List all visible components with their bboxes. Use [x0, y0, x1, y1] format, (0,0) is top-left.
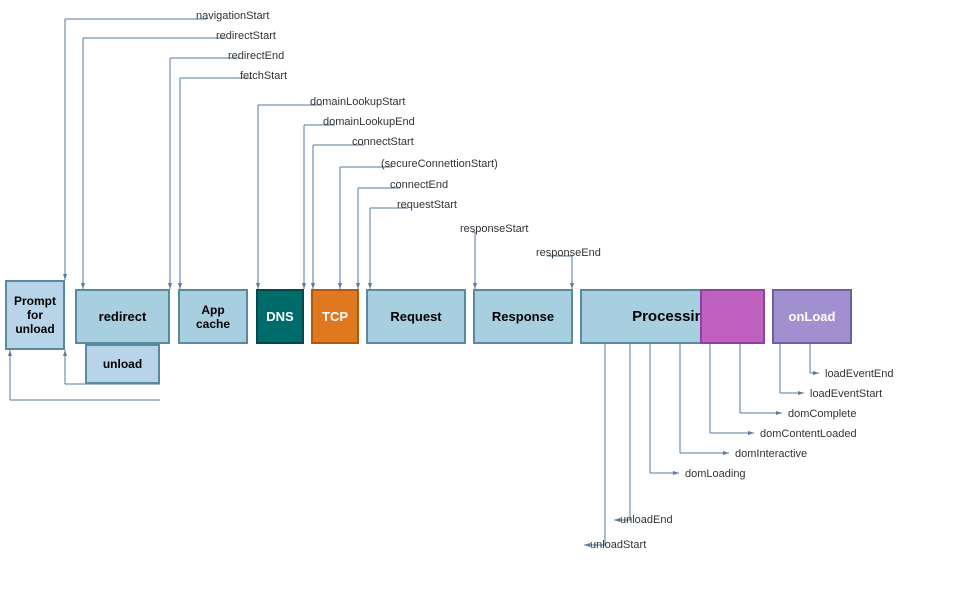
- label-load-event-start: loadEventStart: [810, 388, 882, 400]
- label-connect-start: connectStart: [352, 136, 414, 148]
- label-domain-lookup-end: domainLookupEnd: [323, 116, 415, 128]
- label-domain-lookup-start: domainLookupStart: [310, 96, 405, 108]
- label-dom-complete: domComplete: [788, 408, 856, 420]
- label-dom-loading: domLoading: [685, 468, 746, 480]
- block-onload: onLoad: [772, 289, 852, 344]
- label-navigation-start: navigationStart: [196, 10, 269, 22]
- label-unload-end: unloadEnd: [620, 514, 673, 526]
- label-secure-connection-start: (secureConnettionStart): [381, 158, 498, 170]
- block-request: Request: [366, 289, 466, 344]
- label-request-start: requestStart: [397, 199, 457, 211]
- label-load-event-end: loadEventEnd: [825, 368, 894, 380]
- label-redirect-start: redirectStart: [216, 30, 276, 42]
- block-unload: unload: [85, 344, 160, 384]
- block-processing-inner: [700, 289, 765, 344]
- label-dom-interactive: domInteractive: [735, 448, 807, 460]
- label-unload-start: unloadStart: [590, 539, 646, 551]
- label-response-end: responseEnd: [536, 247, 601, 259]
- block-tcp: TCP: [311, 289, 359, 344]
- block-appcache: Appcache: [178, 289, 248, 344]
- diagram-container: Promptforunload redirect unload Appcache…: [0, 0, 959, 612]
- label-fetch-start: fetchStart: [240, 70, 287, 82]
- block-dns: DNS: [256, 289, 304, 344]
- label-dom-content-loaded: domContentLoaded: [760, 428, 857, 440]
- label-response-start: responseStart: [460, 223, 528, 235]
- label-redirect-end: redirectEnd: [228, 50, 284, 62]
- block-response: Response: [473, 289, 573, 344]
- block-prompt: Promptforunload: [5, 280, 65, 350]
- block-redirect: redirect: [75, 289, 170, 344]
- label-connect-end: connectEnd: [390, 179, 448, 191]
